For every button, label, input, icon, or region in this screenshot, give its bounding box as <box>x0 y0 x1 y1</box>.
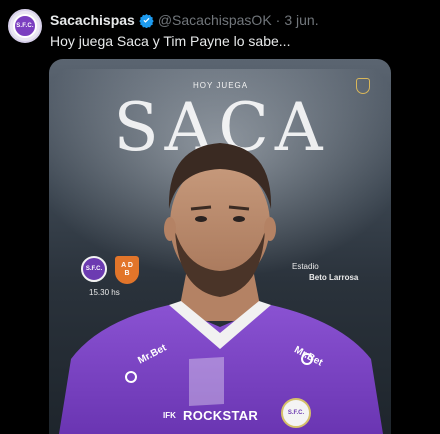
stadium-label: Estadio <box>292 262 319 271</box>
tweet-header: Sacachispas @SacachispasOK · 3 jun. <box>50 11 319 29</box>
kickoff-time: 15.30 hs <box>89 288 120 297</box>
sponsor-main: ROCKSTAR <box>183 408 259 423</box>
timestamp[interactable]: 3 jun. <box>284 12 318 28</box>
away-logo-text: A D B <box>121 262 133 277</box>
separator-dot: · <box>275 12 281 28</box>
tweet-text: Hoy juega Saca y Tim Payne lo sabe... <box>50 33 291 49</box>
handle[interactable]: @SacachispasOK <box>158 12 272 28</box>
stadium-name: Beto Larrosa <box>309 273 359 282</box>
match-logos: S.F.C. A D B <box>81 256 139 284</box>
tweet-media-image[interactable]: HOY JUEGA SACA S.F.C. A D B 15.30 hs Est… <box>49 59 391 434</box>
avatar[interactable]: S.F.C. <box>8 9 42 43</box>
shirt-crest-text: S.F.C. <box>287 410 305 416</box>
verified-badge-icon <box>139 13 154 28</box>
club-crest-logo: S.F.C. <box>13 14 37 38</box>
away-team-logo: A D B <box>115 256 139 284</box>
display-name[interactable]: Sacachispas <box>50 12 135 28</box>
tweet[interactable]: S.F.C. Sacachispas @SacachispasOK · 3 ju… <box>0 0 440 434</box>
sponsor-ifk: IFK <box>163 411 176 420</box>
shirt-crest-logo: S.F.C. <box>281 398 311 428</box>
home-team-logo: S.F.C. <box>81 256 107 282</box>
avatar-crest-text: S.F.C. <box>16 23 34 29</box>
home-logo-text: S.F.C. <box>85 266 103 272</box>
player-figure <box>59 143 383 434</box>
